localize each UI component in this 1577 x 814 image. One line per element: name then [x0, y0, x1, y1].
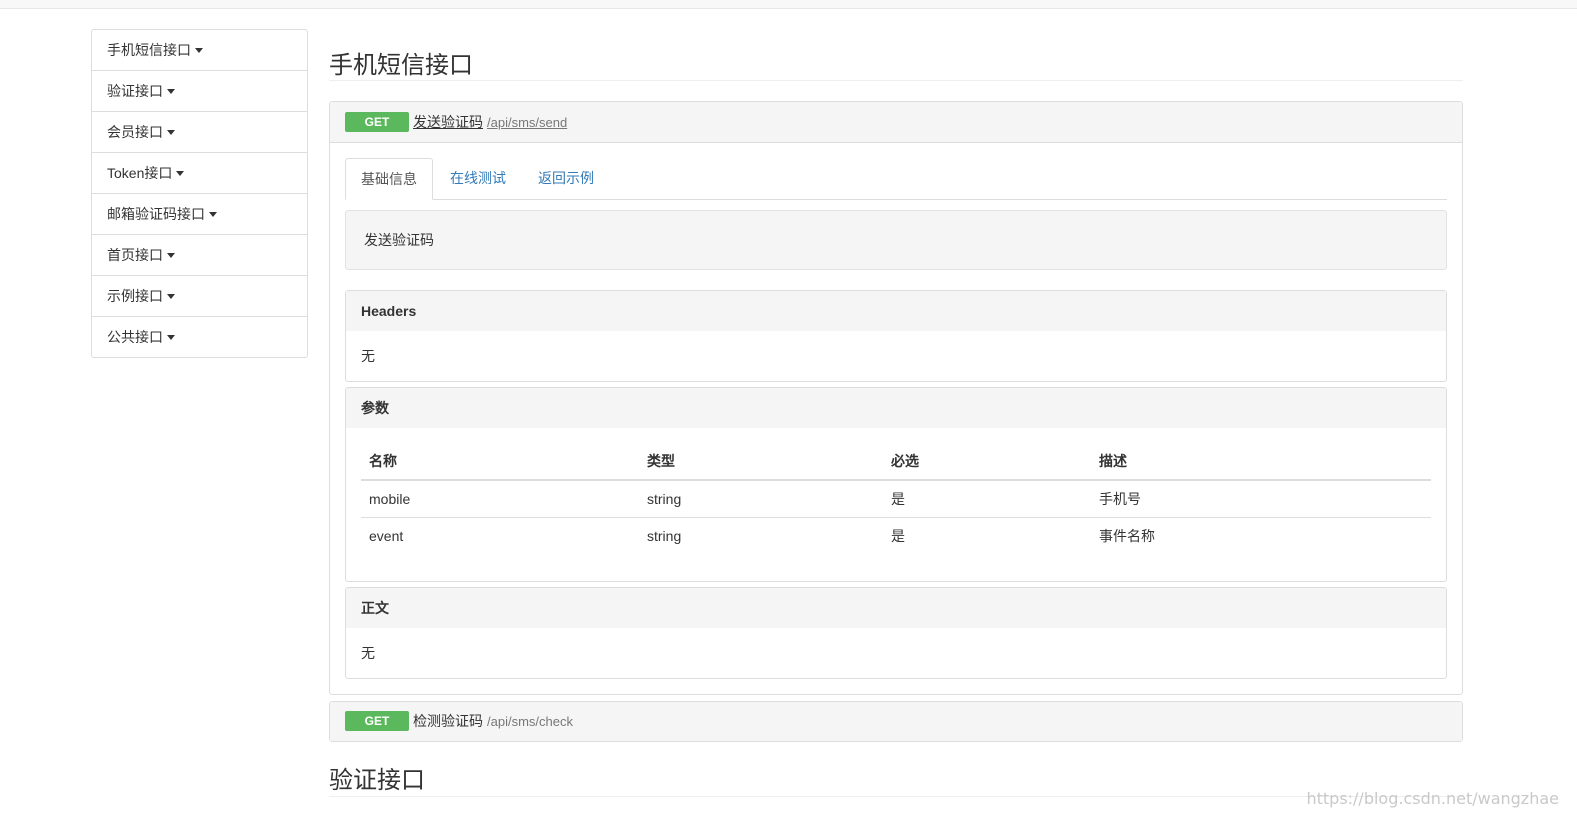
- sidebar-item-label: 手机短信接口: [107, 42, 191, 58]
- endpoint-tabs: 基础信息 在线测试 返回示例: [345, 158, 1447, 200]
- column-header-description: 描述: [1091, 443, 1431, 481]
- section-title: 手机短信接口: [329, 29, 1463, 81]
- endpoint-description: 发送验证码: [345, 210, 1447, 270]
- section-title-next: 验证接口: [329, 742, 1463, 797]
- caret-down-icon: [195, 47, 203, 53]
- table-row: mobile string 是 手机号: [361, 480, 1431, 518]
- endpoint-name-link[interactable]: 发送验证码: [413, 112, 483, 132]
- endpoint-panel-sms-send: GET 发送验证码 /api/sms/send 基础信息 在线测试 返回示例 发…: [329, 101, 1463, 695]
- sidebar-item-label: 邮箱验证码接口: [107, 206, 205, 222]
- caret-down-icon: [167, 293, 175, 299]
- top-navbar: [0, 0, 1577, 9]
- sidebar-item-label: 公共接口: [107, 329, 163, 345]
- sidebar-menu: 手机短信接口 验证接口 会员接口 Token接口 邮箱验证码接口 首页接口 示例…: [91, 29, 308, 358]
- sidebar-item-common[interactable]: 公共接口: [92, 316, 307, 357]
- method-badge: GET: [345, 112, 409, 132]
- tab-basic-info[interactable]: 基础信息: [345, 158, 433, 200]
- sidebar-item-label: Token接口: [107, 165, 173, 181]
- param-required: 是: [883, 517, 1091, 555]
- endpoint-heading[interactable]: GET 发送验证码 /api/sms/send: [330, 102, 1462, 143]
- tab-response-example[interactable]: 返回示例: [523, 158, 609, 199]
- main-content: 手机短信接口 GET 发送验证码 /api/sms/send 基础信息 在线测试…: [329, 29, 1463, 797]
- endpoint-path-link[interactable]: /api/sms/send: [487, 115, 567, 130]
- caret-down-icon: [176, 170, 185, 176]
- param-type: string: [639, 517, 883, 555]
- sidebar-item-member[interactable]: 会员接口: [92, 111, 307, 152]
- column-header-required: 必选: [883, 443, 1091, 481]
- sidebar-item-label: 验证接口: [107, 83, 163, 99]
- column-header-type: 类型: [639, 443, 883, 481]
- param-name: mobile: [369, 491, 411, 507]
- endpoint-name-link[interactable]: 检测验证码: [413, 711, 483, 731]
- sidebar-item-token[interactable]: Token接口: [92, 152, 307, 193]
- param-description: 手机号: [1099, 491, 1141, 507]
- caret-down-icon: [167, 88, 175, 94]
- param-type: string: [647, 491, 682, 507]
- params-panel: 参数 名称 类型 必选 描述 mobile string 是 手机号 event…: [345, 387, 1447, 582]
- params-body: 名称 类型 必选 描述 mobile string 是 手机号 event st…: [346, 428, 1446, 581]
- caret-down-icon: [167, 129, 175, 135]
- caret-down-icon: [167, 334, 175, 340]
- endpoint-panel-sms-check: GET 检测验证码 /api/sms/check: [329, 700, 1463, 742]
- body-panel: 正文 无: [345, 586, 1447, 679]
- sidebar-item-email[interactable]: 邮箱验证码接口: [92, 193, 307, 234]
- headers-value: 无: [361, 348, 375, 364]
- sidebar-item-demo[interactable]: 示例接口: [92, 275, 307, 316]
- table-row: event string 是 事件名称: [361, 517, 1431, 555]
- param-description: 事件名称: [1091, 517, 1431, 555]
- sidebar-item-sms[interactable]: 手机短信接口: [92, 30, 307, 70]
- param-required: 是: [891, 491, 905, 507]
- sidebar-item-label: 首页接口: [107, 247, 163, 263]
- headers-panel: Headers 无: [345, 290, 1447, 382]
- column-header-name: 名称: [361, 443, 639, 481]
- params-table: 名称 类型 必选 描述 mobile string 是 手机号 event st…: [361, 443, 1431, 555]
- watermark: https://blog.csdn.net/wangzhae: [1306, 789, 1559, 808]
- headers-title: Headers: [346, 291, 1446, 331]
- method-badge: GET: [345, 711, 409, 731]
- sidebar-item-label: 会员接口: [107, 124, 163, 140]
- endpoint-body: 基础信息 在线测试 返回示例 发送验证码 Headers 无 参数 名称 类型: [330, 143, 1462, 694]
- caret-down-icon: [167, 252, 175, 258]
- sidebar-item-label: 示例接口: [107, 288, 163, 304]
- endpoint-heading[interactable]: GET 检测验证码 /api/sms/check: [330, 701, 1462, 741]
- sidebar-item-index[interactable]: 首页接口: [92, 234, 307, 275]
- sidebar-item-validate[interactable]: 验证接口: [92, 70, 307, 111]
- caret-down-icon: [209, 211, 217, 217]
- endpoint-path-link[interactable]: /api/sms/check: [487, 714, 573, 729]
- body-value: 无: [361, 644, 375, 661]
- param-name: event: [361, 517, 639, 555]
- body-title: 正文: [346, 587, 1446, 628]
- params-title: 参数: [346, 388, 1446, 428]
- tab-online-test[interactable]: 在线测试: [435, 158, 521, 199]
